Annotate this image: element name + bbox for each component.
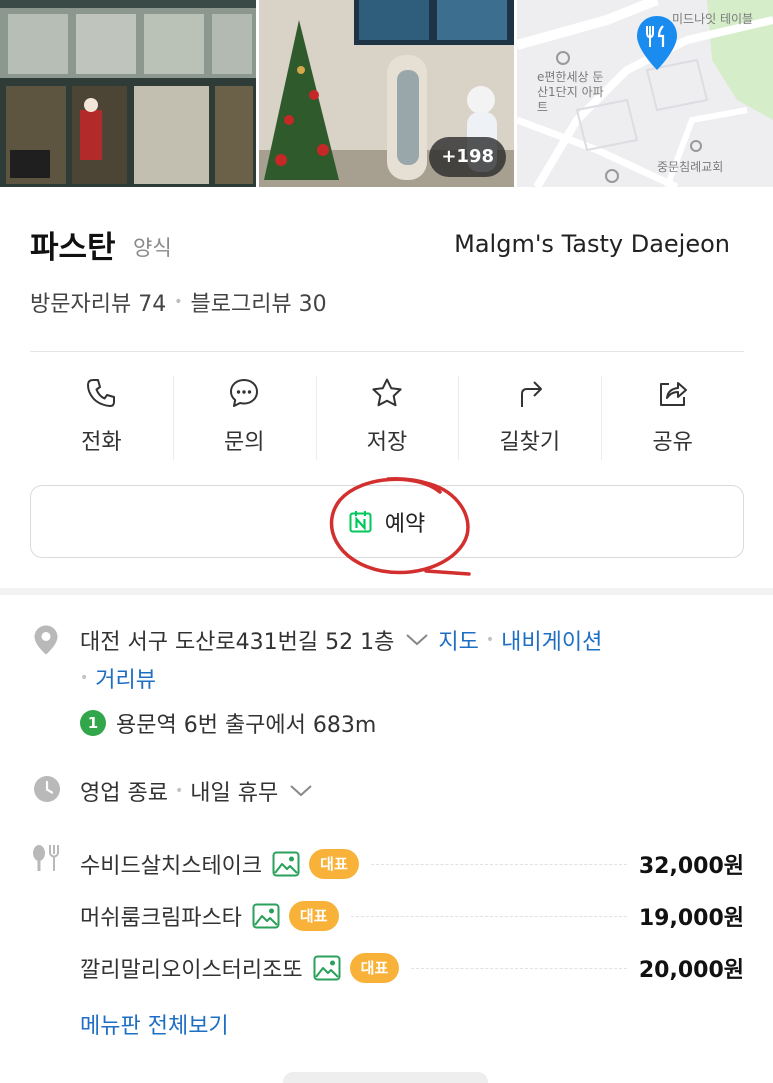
chevron-down-icon[interactable] [404, 632, 430, 648]
reserve-label: 예약 [384, 511, 426, 537]
hours-status: 영업 종료 [80, 781, 168, 806]
signature-badge: 대표 [288, 901, 339, 931]
save-button[interactable]: 저장 [315, 374, 459, 462]
map-label-apartment: e편한세상 둔산1단지 아파트 [537, 70, 604, 114]
map-thumbnail[interactable]: 미드나잇 테이블 e편한세상 둔산1단지 아파트 중문침례교회 [517, 0, 773, 187]
storefront-illustration [0, 0, 256, 187]
address-row-2: • 거리뷰 [80, 662, 156, 694]
divider [30, 351, 744, 352]
address-text: 대전 서구 도산로431번길 52 1층 [80, 630, 395, 655]
brand-name: Malgm's Tasty Daejeon [454, 230, 730, 258]
map-pin-icon [637, 16, 677, 70]
price-leader [370, 863, 627, 865]
directions-icon [520, 381, 542, 407]
price-leader [350, 915, 627, 917]
menu-item-name: 머쉬룸크림파스타 [80, 906, 242, 931]
menu-list: 수비드살치스테이크 대표 32,000원 머쉬룸크림파스타 대표 19,000원… [80, 838, 744, 994]
interior-photo[interactable]: +198 [259, 0, 514, 187]
map-label-restaurant: 미드나잇 테이블 [672, 12, 754, 26]
share-label: 공유 [652, 430, 693, 455]
save-label: 저장 [366, 430, 408, 455]
place-name: 파스탄 [30, 230, 116, 266]
menu-item-price: 20,000원 [638, 958, 744, 983]
map-label-church: 중문침례교회 [657, 160, 724, 174]
separator-dot: • [174, 783, 184, 799]
menu-item-price: 32,000원 [638, 854, 744, 879]
subway-text: 용문역 6번 출구에서 683m [116, 713, 377, 738]
call-button[interactable]: 전화 [30, 374, 173, 462]
menu-item-name: 깔리말리오이스터리조또 [80, 958, 303, 983]
menu-item[interactable]: 머쉬룸크림파스타 대표 19,000원 [80, 890, 744, 942]
photo-icon[interactable] [272, 851, 300, 877]
address-row: 대전 서구 도산로431번길 52 1층 지도 • 내비게이션 [80, 624, 602, 656]
photo-strip: +198 미드나잇 테이블 e편한세상 둔산1단지 아파트 중문침례교회 [0, 0, 773, 187]
chevron-down-icon[interactable] [288, 783, 314, 799]
bottom-more-handle[interactable] [283, 1072, 488, 1083]
separator-dot: • [485, 632, 495, 648]
clock-icon [34, 776, 60, 802]
reserve-button[interactable]: 예약 [30, 485, 744, 558]
share-icon [659, 382, 687, 406]
place-title-row: 파스탄 양식 Malgm's Tasty Daejeon [30, 218, 745, 274]
directions-label: 길찾기 [499, 430, 561, 455]
call-label: 전화 [81, 430, 122, 455]
inquiry-label: 문의 [223, 430, 265, 455]
business-hours-row[interactable]: 영업 종료 • 내일 휴무 [80, 775, 322, 807]
section-divider [0, 588, 773, 595]
fork-knife-icon [33, 845, 59, 871]
navigation-link[interactable]: 내비게이션 [501, 624, 602, 656]
menu-item[interactable]: 수비드살치스테이크 대표 32,000원 [80, 838, 744, 890]
action-bar: 전화 문의 저장 길찾기 공유 [30, 374, 744, 462]
location-pin-icon [34, 625, 58, 655]
map-link[interactable]: 지도 [438, 624, 478, 656]
directions-button[interactable]: 길찾기 [458, 374, 601, 462]
menu-item[interactable]: 깔리말리오이스터리조또 대표 20,000원 [80, 942, 744, 994]
review-counts: 방문자리뷰 74 • 블로그리뷰 30 [30, 286, 327, 318]
share-button[interactable]: 공유 [601, 374, 744, 462]
phone-icon [87, 379, 116, 407]
separator-dot: • [174, 294, 183, 310]
street-view-link[interactable]: 거리뷰 [95, 662, 156, 694]
menu-item-name: 수비드살치스테이크 [80, 854, 263, 879]
hours-next: 내일 휴무 [190, 781, 279, 806]
subway-info: 1 용문역 6번 출구에서 683m [80, 707, 376, 739]
signature-badge: 대표 [309, 849, 359, 879]
price-leader [411, 967, 627, 969]
view-full-menu-link[interactable]: 메뉴판 전체보기 [80, 1008, 229, 1040]
blog-review-link[interactable]: 블로그리뷰 30 [190, 286, 326, 318]
photo-icon[interactable] [252, 903, 280, 929]
visitor-review-link[interactable]: 방문자리뷰 74 [30, 286, 166, 318]
subway-line-badge: 1 [80, 710, 106, 736]
photo-icon[interactable] [313, 955, 341, 981]
star-icon [372, 378, 402, 407]
more-photos-badge[interactable]: +198 [429, 137, 506, 177]
chat-icon [230, 379, 259, 407]
menu-item-price: 19,000원 [638, 906, 744, 931]
inquiry-button[interactable]: 문의 [172, 374, 316, 462]
storefront-photo[interactable] [0, 0, 256, 187]
separator-dot: • [80, 670, 89, 686]
signature-badge: 대표 [349, 953, 400, 983]
naver-calendar-icon [349, 511, 372, 533]
place-category: 양식 [133, 236, 172, 260]
